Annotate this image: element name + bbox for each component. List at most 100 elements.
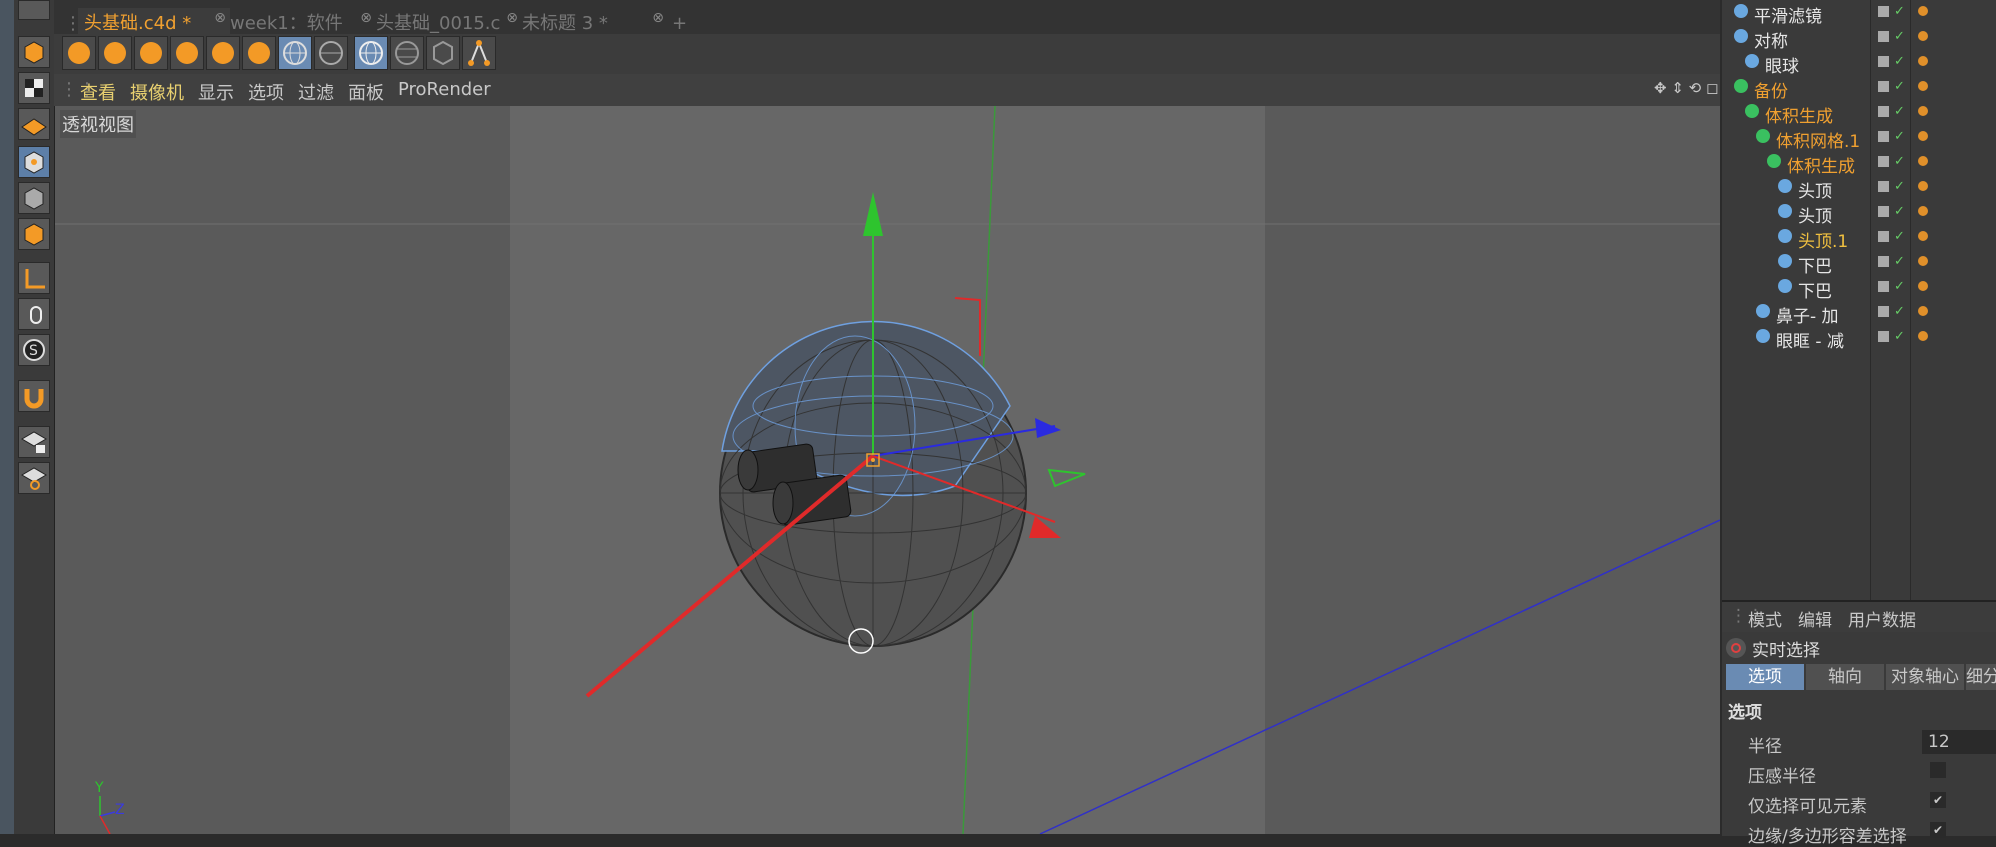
enable-check-icon[interactable]: ✓ <box>1894 179 1905 194</box>
menu-prorender[interactable]: ProRender <box>398 79 491 100</box>
enable-check-icon[interactable]: ✓ <box>1894 154 1905 169</box>
attr-menu-edit[interactable]: 编辑 <box>1798 606 1832 631</box>
visibility-toggle-icon[interactable] <box>1878 6 1889 17</box>
object-row[interactable]: 体积生成 ✓ <box>1722 150 1996 177</box>
render-settings-button[interactable] <box>170 36 204 70</box>
points-mode-button[interactable] <box>18 146 50 178</box>
object-row[interactable]: 备份 ✓ <box>1722 75 1996 102</box>
tag-icon[interactable] <box>1918 56 1928 66</box>
menu-options[interactable]: 选项 <box>248 79 284 105</box>
attr-field-value[interactable]: ✔ <box>1930 792 1946 808</box>
enable-check-icon[interactable]: ✓ <box>1894 79 1905 94</box>
visibility-toggle-icon[interactable] <box>1878 106 1889 117</box>
visibility-toggle-icon[interactable] <box>1878 181 1889 192</box>
attr-field-value[interactable]: ✔ <box>1930 822 1946 838</box>
object-row[interactable]: 对称 ✓ <box>1722 25 1996 52</box>
menu-display[interactable]: 显示 <box>198 79 234 105</box>
interactive-render-button[interactable] <box>242 36 276 70</box>
tweak-mode-button[interactable] <box>18 298 50 330</box>
enable-check-icon[interactable]: ✓ <box>1894 204 1905 219</box>
perspective-viewport[interactable]: Y Z <box>55 106 1720 834</box>
enable-check-icon[interactable]: ✓ <box>1894 104 1905 119</box>
enable-check-icon[interactable]: ✓ <box>1894 229 1905 244</box>
tag-icon[interactable] <box>1918 6 1928 16</box>
object-row[interactable]: 体积网格.1 ✓ <box>1722 125 1996 152</box>
enable-check-icon[interactable]: ✓ <box>1894 29 1905 44</box>
visibility-toggle-icon[interactable] <box>1878 231 1889 242</box>
workplane-align-button[interactable] <box>18 462 50 494</box>
attr-menu-userdata[interactable]: 用户数据 <box>1848 606 1916 631</box>
object-row[interactable]: 头顶 ✓ <box>1722 175 1996 202</box>
model-tool-button[interactable] <box>18 0 50 20</box>
attr-field-value[interactable]: 12 <box>1922 730 1996 754</box>
render-queue-button[interactable] <box>206 36 240 70</box>
attr-tab-subdivision[interactable]: 细分 <box>1966 664 1996 690</box>
object-row[interactable]: 头顶 ✓ <box>1722 200 1996 227</box>
visibility-toggle-icon[interactable] <box>1878 206 1889 217</box>
close-icon[interactable]: ⊗ <box>652 8 664 34</box>
attr-menu-mode[interactable]: 模式 <box>1748 606 1782 631</box>
skeleton-display-button[interactable] <box>462 36 496 70</box>
tag-icon[interactable] <box>1918 31 1928 41</box>
lock-workplane-button[interactable] <box>18 426 50 458</box>
snap-button[interactable]: S <box>18 334 50 366</box>
render-region-button[interactable] <box>98 36 132 70</box>
visibility-toggle-icon[interactable] <box>1878 331 1889 342</box>
menu-filter[interactable]: 过滤 <box>298 79 334 105</box>
enable-check-icon[interactable]: ✓ <box>1894 129 1905 144</box>
visibility-toggle-icon[interactable] <box>1878 156 1889 167</box>
render-picture-button[interactable] <box>134 36 168 70</box>
enable-check-icon[interactable]: ✓ <box>1894 329 1905 344</box>
tag-icon[interactable] <box>1918 81 1928 91</box>
enable-check-icon[interactable]: ✓ <box>1894 54 1905 69</box>
visibility-toggle-icon[interactable] <box>1878 281 1889 292</box>
object-row[interactable]: 眼眶 - 减 ✓ <box>1722 325 1996 352</box>
object-row[interactable]: 体积生成 ✓ <box>1722 100 1996 127</box>
polygons-mode-button[interactable] <box>18 218 50 250</box>
render-view-button[interactable] <box>62 36 96 70</box>
object-row[interactable]: 平滑滤镜 ✓ <box>1722 0 1996 27</box>
workplane-button[interactable] <box>18 108 50 140</box>
object-row[interactable]: 下巴 ✓ <box>1722 250 1996 277</box>
display-wireframe-button[interactable] <box>354 36 388 70</box>
attr-tab-options[interactable]: 选项 <box>1726 664 1804 690</box>
enable-check-icon[interactable]: ✓ <box>1894 254 1905 269</box>
enable-check-icon[interactable]: ✓ <box>1894 304 1905 319</box>
attr-tab-object-axis[interactable]: 对象轴心 <box>1886 664 1964 690</box>
model-mode-button[interactable] <box>18 36 50 68</box>
tag-icon[interactable] <box>1918 106 1928 116</box>
tag-icon[interactable] <box>1918 231 1928 241</box>
tag-icon[interactable] <box>1918 206 1928 216</box>
visibility-toggle-icon[interactable] <box>1878 56 1889 67</box>
display-isoparms-button[interactable] <box>390 36 424 70</box>
attr-tab-axis[interactable]: 轴向 <box>1806 664 1884 690</box>
object-row[interactable]: 眼球 ✓ <box>1722 50 1996 77</box>
tag-icon[interactable] <box>1918 131 1928 141</box>
visibility-toggle-icon[interactable] <box>1878 131 1889 142</box>
menu-view[interactable]: 查看 <box>80 79 116 105</box>
visibility-toggle-icon[interactable] <box>1878 306 1889 317</box>
object-row[interactable]: 头顶.1 ✓ <box>1722 225 1996 252</box>
axis-mode-button[interactable] <box>18 262 50 294</box>
attr-field-value[interactable] <box>1930 762 1946 778</box>
object-row[interactable]: 下巴 ✓ <box>1722 275 1996 302</box>
texture-mode-button[interactable] <box>18 72 50 104</box>
tag-icon[interactable] <box>1918 331 1928 341</box>
visibility-toggle-icon[interactable] <box>1878 256 1889 267</box>
display-lines-button[interactable] <box>314 36 348 70</box>
menu-panel[interactable]: 面板 <box>348 79 384 105</box>
edges-mode-button[interactable] <box>18 182 50 214</box>
tag-icon[interactable] <box>1918 156 1928 166</box>
tag-icon[interactable] <box>1918 256 1928 266</box>
menu-camera[interactable]: 摄像机 <box>130 79 184 105</box>
object-row[interactable]: 鼻子- 加 ✓ <box>1722 300 1996 327</box>
magnet-button[interactable] <box>18 380 50 412</box>
display-box-button[interactable] <box>426 36 460 70</box>
tag-icon[interactable] <box>1918 181 1928 191</box>
enable-check-icon[interactable]: ✓ <box>1894 279 1905 294</box>
enable-check-icon[interactable]: ✓ <box>1894 4 1905 19</box>
display-gouraud-button[interactable] <box>278 36 312 70</box>
visibility-toggle-icon[interactable] <box>1878 31 1889 42</box>
tag-icon[interactable] <box>1918 281 1928 291</box>
viewport-nav-icons[interactable]: ✥ ⇕ ⟲ ◻ <box>1654 79 1718 97</box>
